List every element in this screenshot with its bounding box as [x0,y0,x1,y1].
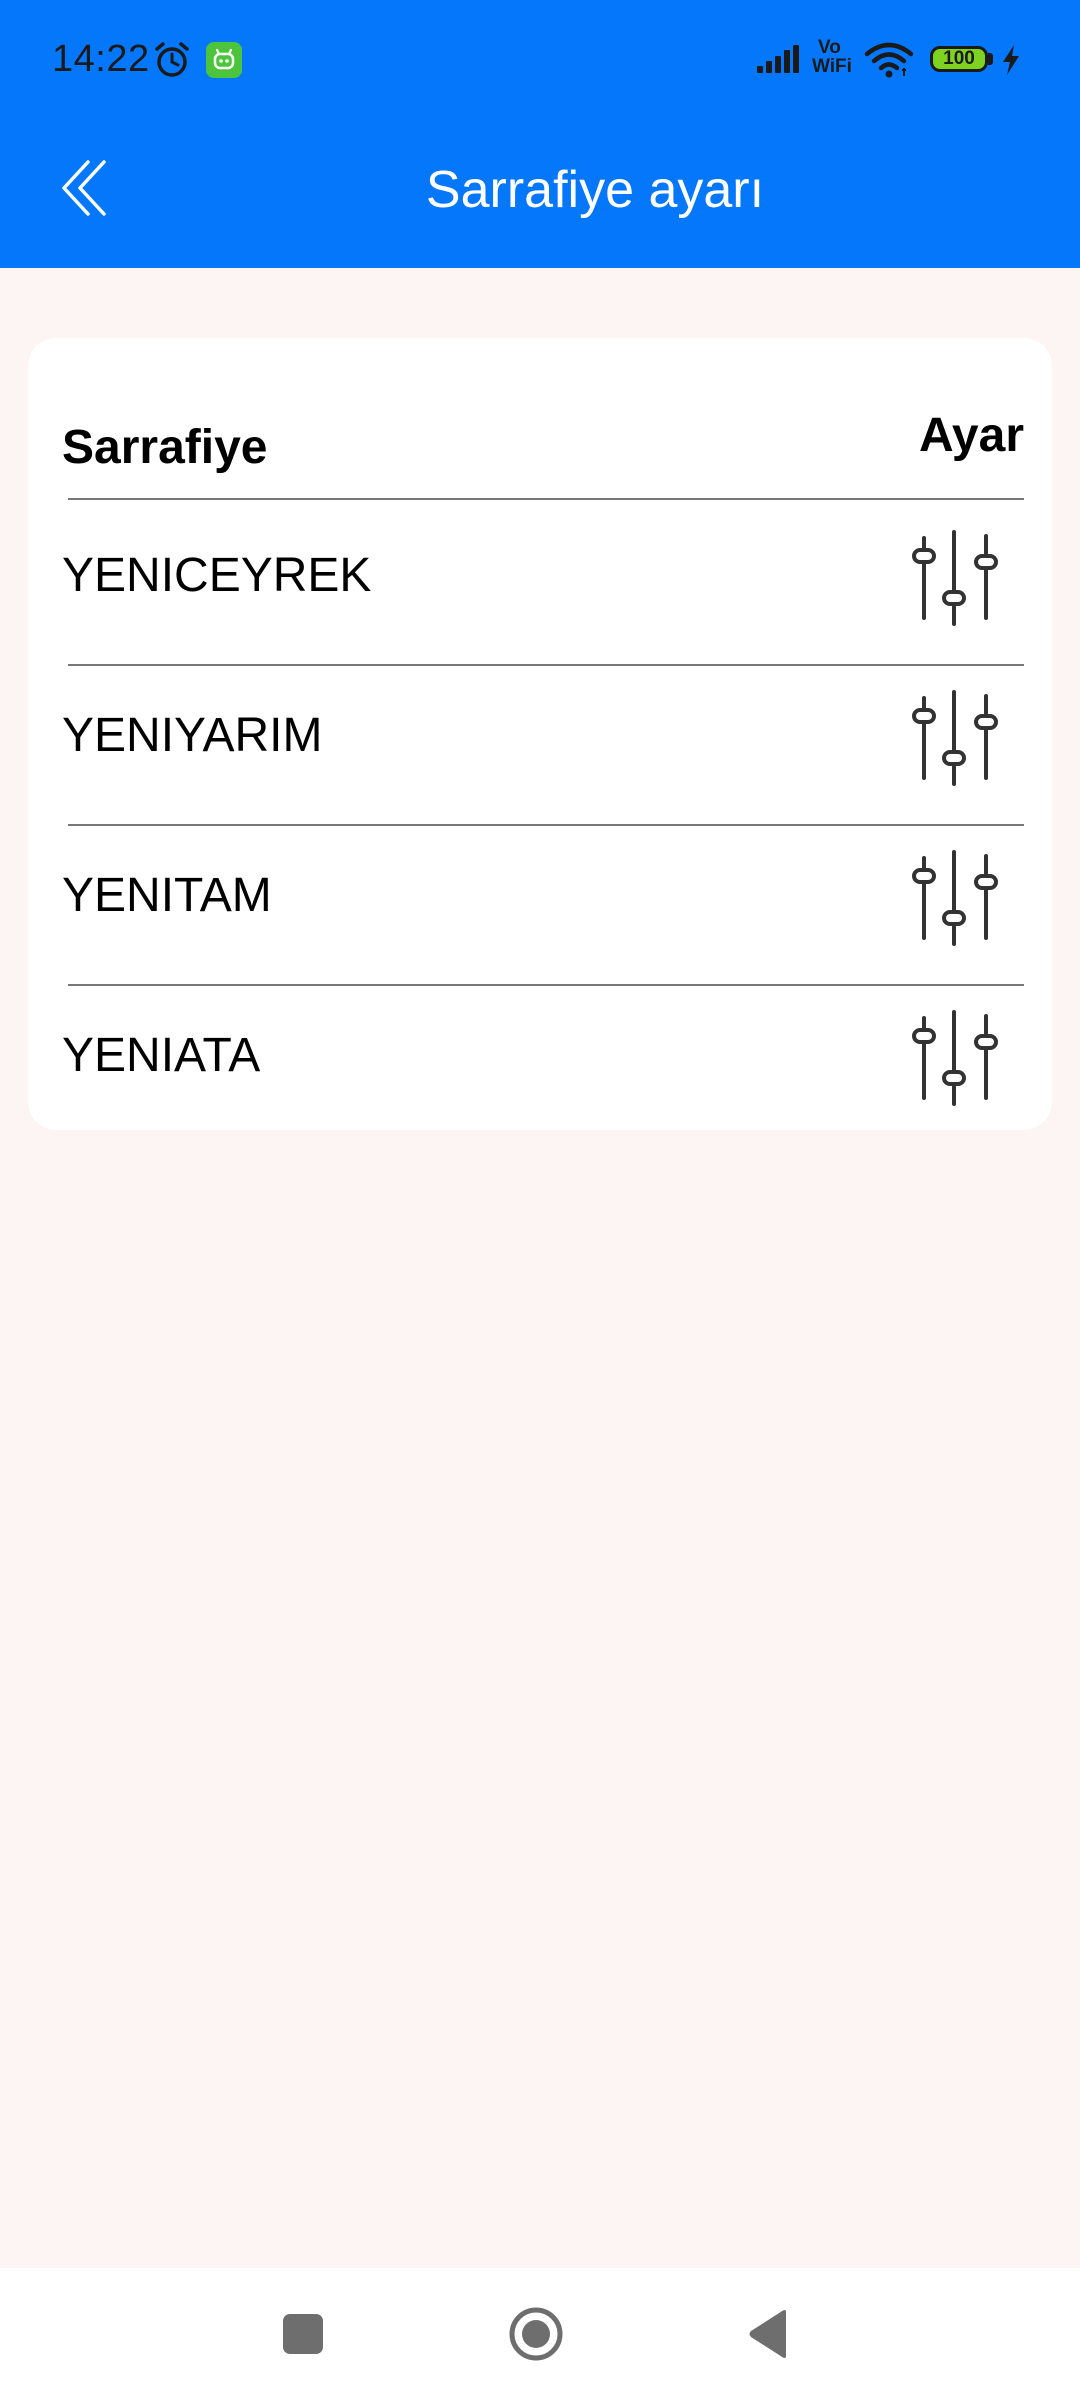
status-time: 14:22 [52,38,150,80]
vowifi-top-text: Vo [818,37,841,58]
cell-signal-icon [756,44,806,74]
vowifi-indicator: Vo WiFi [812,38,860,82]
list-item[interactable]: YENICEYREK [28,500,1052,658]
sliders-icon[interactable] [904,528,1004,628]
home-button[interactable] [508,2306,564,2362]
app-notification-icon [206,42,242,78]
sliders-icon[interactable] [904,848,1004,948]
battery-tip [988,53,993,65]
row-label: YENIYARIM [62,709,323,762]
system-back-button[interactable] [746,2308,790,2360]
sliders-icon[interactable] [904,1008,1004,1108]
list-item[interactable]: YENITAM [28,820,1052,978]
battery-indicator: 100 [930,46,988,72]
row-label: YENIATA [62,1029,261,1082]
status-bar: 14:22 Vo WiFi 100 [0,0,1080,120]
vowifi-bottom-text: WiFi [812,56,852,77]
recent-apps-button[interactable] [283,2314,323,2354]
wifi-icon [864,42,914,78]
row-label: YENICEYREK [62,549,372,602]
list-item[interactable]: YENIATA [28,980,1052,1138]
column-header-ayar: Ayar [919,409,1024,462]
row-label: YENITAM [62,869,272,922]
page-title: Sarrafiye ayarı [425,161,765,219]
list-item[interactable]: YENIYARIM [28,660,1052,818]
alarm-icon [152,40,192,80]
column-header-sarrafiye: Sarrafiye [62,421,268,474]
sliders-icon[interactable] [904,688,1004,788]
charging-bolt-icon [1000,44,1022,76]
